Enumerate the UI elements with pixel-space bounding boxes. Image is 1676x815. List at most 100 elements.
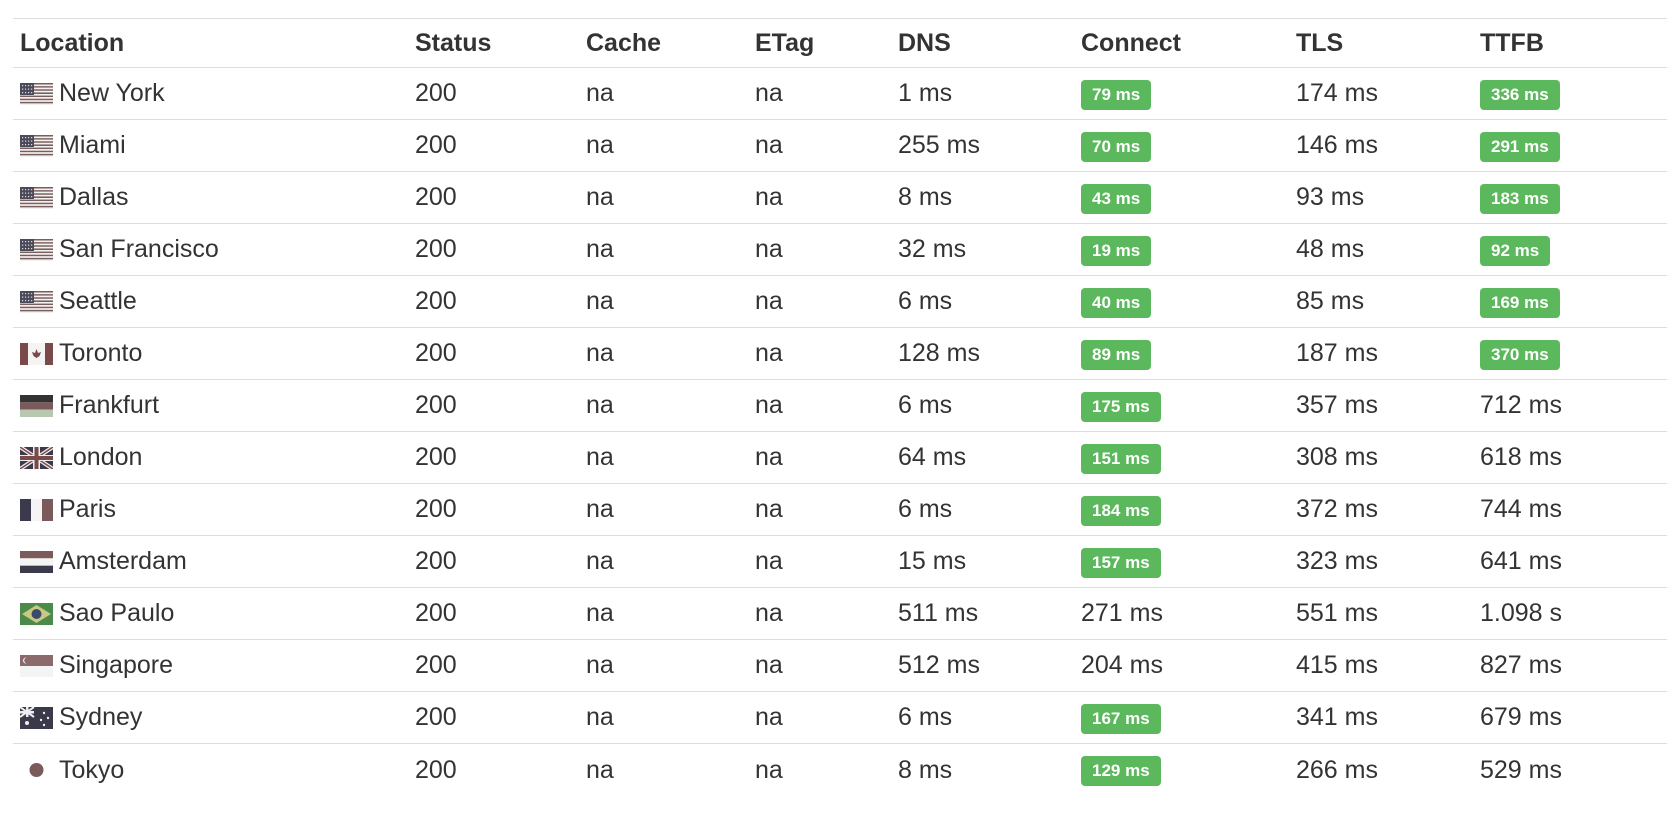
cache-cell: na — [586, 443, 614, 471]
dns-cell: 128 ms — [898, 339, 980, 367]
cache-cell: na — [586, 703, 614, 731]
column-header-connect[interactable]: Connect — [1081, 29, 1296, 58]
tls-cell: 341 ms — [1296, 703, 1378, 731]
ttfb-value: 827 ms — [1480, 651, 1562, 679]
connect-cell: 70 ms — [1081, 130, 1296, 162]
ttfb-badge: 291 ms — [1480, 131, 1560, 162]
etag-cell: na — [755, 183, 783, 211]
column-header-location[interactable]: Location — [13, 29, 415, 58]
dns-cell: 6 ms — [898, 391, 953, 419]
japan-flag-icon — [20, 759, 53, 781]
tls-cell: 308 ms — [1296, 443, 1378, 471]
dns-cell: 6 ms — [898, 287, 953, 315]
cache-cell: na — [586, 599, 614, 627]
etag-cell: na — [755, 703, 783, 731]
connect-cell: 19 ms — [1081, 234, 1296, 266]
cache-cell: na — [586, 287, 614, 315]
etag-cell: na — [755, 651, 783, 679]
results-table: Location Status Cache ETag DNS Connect T… — [13, 18, 1667, 796]
ttfb-badge: 183 ms — [1480, 183, 1560, 214]
table-row: London 200 na na 64 ms 151 ms 308 ms 618… — [13, 432, 1667, 484]
etag-cell: na — [755, 391, 783, 419]
location-cell: Tokyo — [13, 756, 415, 785]
etag-cell: na — [755, 443, 783, 471]
connect-cell: 204 ms — [1081, 651, 1296, 680]
table-row: Sao Paulo 200 na na 511 ms 271 ms 551 ms… — [13, 588, 1667, 640]
dns-cell: 64 ms — [898, 443, 967, 471]
france-flag-icon — [20, 498, 53, 521]
tls-cell: 551 ms — [1296, 599, 1378, 627]
location-name: Singapore — [59, 651, 173, 679]
canada-flag-icon — [20, 342, 53, 365]
etag-cell: na — [755, 495, 783, 523]
status-cell: 200 — [415, 235, 457, 263]
ttfb-badge: 92 ms — [1480, 235, 1551, 266]
dns-cell: 15 ms — [898, 547, 967, 575]
ttfb-cell: 169 ms — [1480, 286, 1667, 318]
ttfb-cell: 641 ms — [1480, 547, 1667, 576]
location-cell: Dallas — [13, 183, 415, 212]
status-cell: 200 — [415, 443, 457, 471]
ttfb-cell: 1.098 s — [1480, 599, 1667, 628]
column-header-tls[interactable]: TLS — [1296, 29, 1480, 58]
ttfb-value: 641 ms — [1480, 547, 1562, 575]
tls-cell: 85 ms — [1296, 287, 1365, 315]
location-cell: Singapore — [13, 651, 415, 680]
etag-cell: na — [755, 339, 783, 367]
us-flag-icon — [20, 238, 53, 261]
column-header-etag[interactable]: ETag — [755, 29, 898, 58]
location-cell: Toronto — [13, 339, 415, 368]
connect-badge: 19 ms — [1081, 235, 1152, 266]
status-cell: 200 — [415, 547, 457, 575]
connect-cell: 151 ms — [1081, 442, 1296, 474]
connect-badge: 175 ms — [1081, 391, 1161, 422]
connect-cell: 40 ms — [1081, 286, 1296, 318]
connect-cell: 175 ms — [1081, 390, 1296, 422]
table-row: Amsterdam 200 na na 15 ms 157 ms 323 ms … — [13, 536, 1667, 588]
status-cell: 200 — [415, 651, 457, 679]
location-name: Seattle — [59, 287, 137, 315]
connect-badge: 157 ms — [1081, 547, 1161, 578]
cache-cell: na — [586, 235, 614, 263]
brazil-flag-icon — [20, 602, 53, 625]
table-row: New York 200 na na 1 ms 79 ms 174 ms 336… — [13, 68, 1667, 120]
status-cell: 200 — [415, 391, 457, 419]
dns-cell: 6 ms — [898, 703, 953, 731]
dns-cell: 8 ms — [898, 755, 953, 784]
table-row: Miami 200 na na 255 ms 70 ms 146 ms 291 … — [13, 120, 1667, 172]
ttfb-cell: 370 ms — [1480, 338, 1667, 370]
table-row: Toronto 200 na na 128 ms 89 ms 187 ms 37… — [13, 328, 1667, 380]
ttfb-cell: 183 ms — [1480, 182, 1667, 214]
location-name: Miami — [59, 131, 126, 159]
tls-cell: 48 ms — [1296, 235, 1365, 263]
connect-badge: 43 ms — [1081, 183, 1152, 214]
column-header-ttfb[interactable]: TTFB — [1480, 29, 1667, 58]
tls-cell: 146 ms — [1296, 131, 1378, 159]
location-cell: New York — [13, 79, 415, 108]
connect-value: 204 ms — [1081, 651, 1163, 679]
cache-cell: na — [586, 391, 614, 419]
connect-badge: 129 ms — [1081, 756, 1161, 786]
tls-cell: 357 ms — [1296, 391, 1378, 419]
location-name: San Francisco — [59, 235, 219, 263]
location-name: Sao Paulo — [59, 599, 175, 627]
cache-cell: na — [586, 755, 614, 784]
column-header-status[interactable]: Status — [415, 29, 586, 58]
location-cell: San Francisco — [13, 235, 415, 264]
table-row: Sydney 200 na na 6 ms 167 ms 341 ms 679 … — [13, 692, 1667, 744]
ttfb-cell: 679 ms — [1480, 703, 1667, 732]
location-cell: Frankfurt — [13, 391, 415, 420]
column-header-dns[interactable]: DNS — [898, 29, 1081, 58]
tls-cell: 266 ms — [1296, 755, 1378, 784]
location-name: Frankfurt — [59, 391, 160, 419]
connect-cell: 89 ms — [1081, 338, 1296, 370]
us-flag-icon — [20, 186, 53, 209]
dns-cell: 8 ms — [898, 183, 953, 211]
etag-cell: na — [755, 79, 783, 107]
ttfb-value: 529 ms — [1480, 755, 1562, 784]
etag-cell: na — [755, 755, 783, 784]
ttfb-badge: 370 ms — [1480, 339, 1560, 370]
australia-flag-icon — [19, 705, 53, 729]
column-header-cache[interactable]: Cache — [586, 29, 755, 58]
etag-cell: na — [755, 131, 783, 159]
